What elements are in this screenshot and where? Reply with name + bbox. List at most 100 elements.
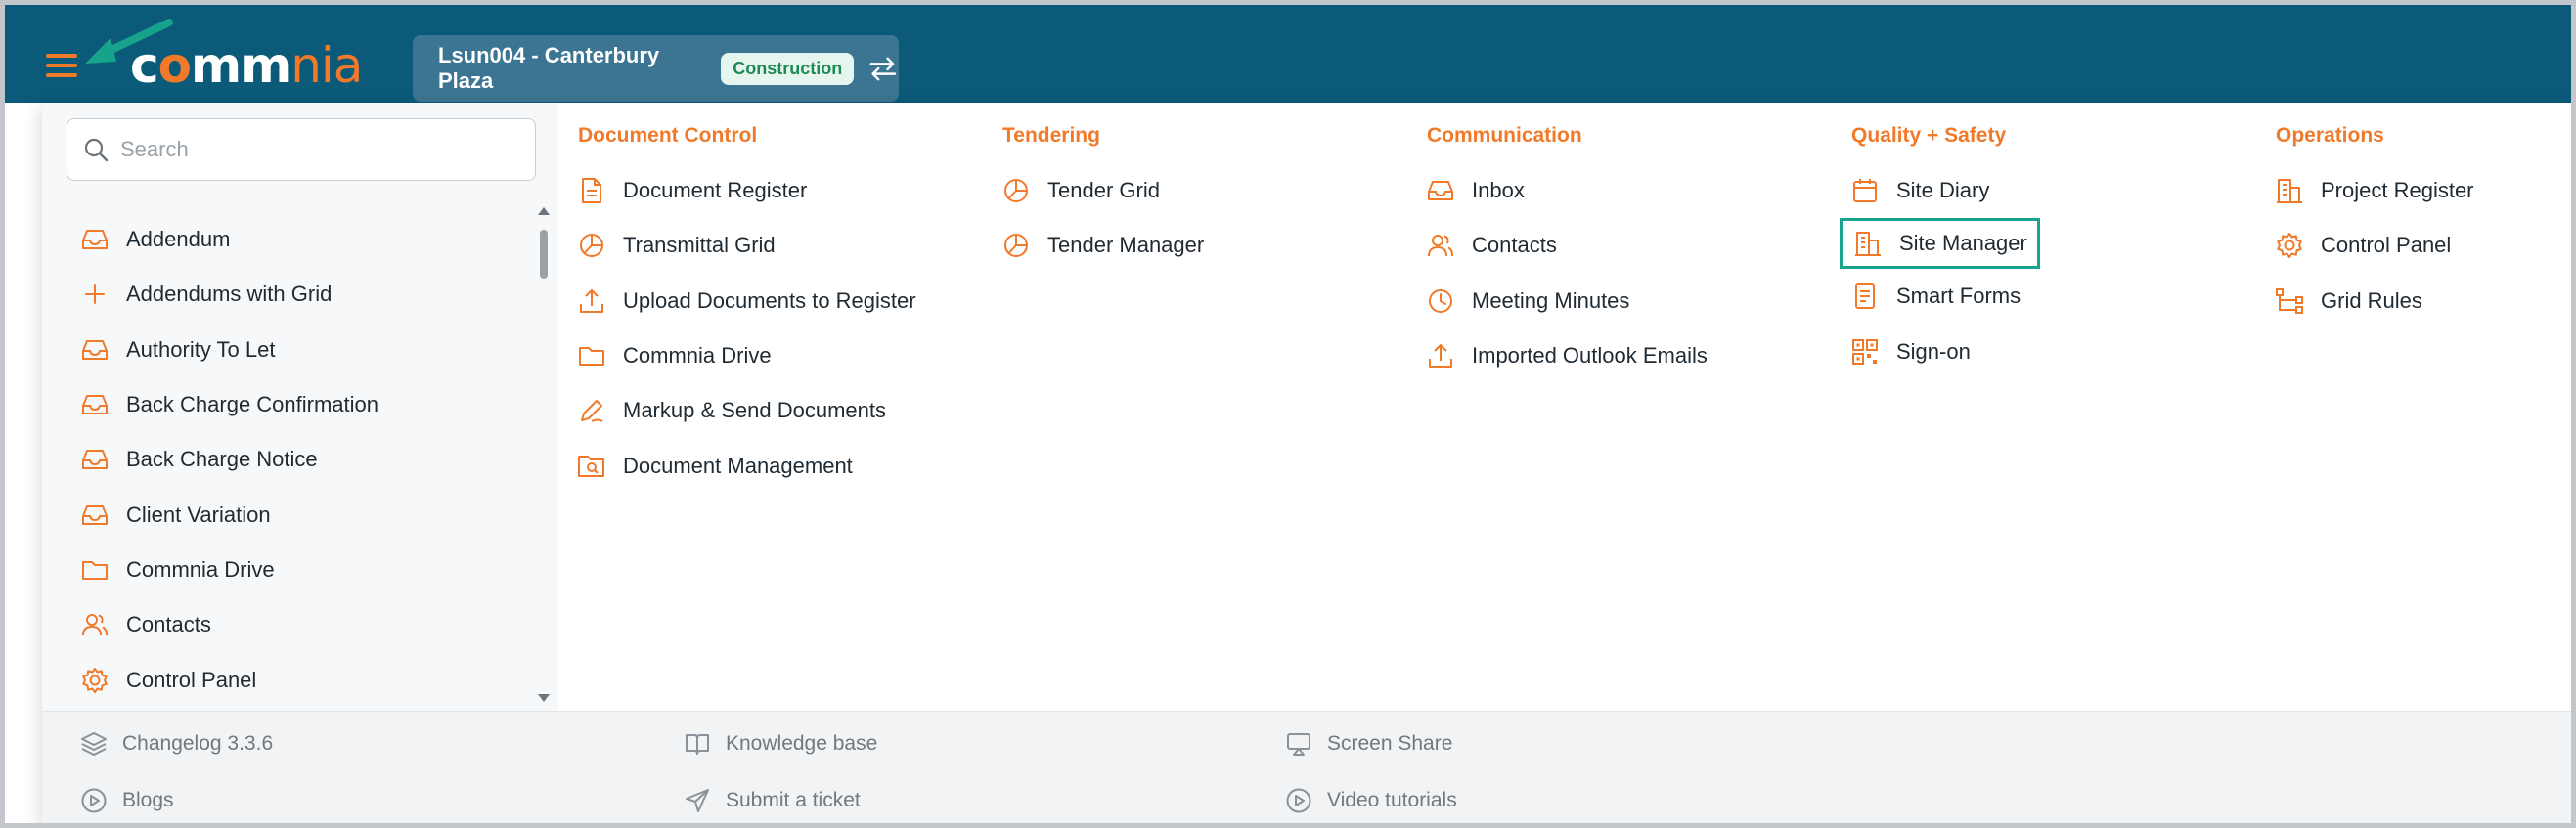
calendar-icon: [1849, 176, 1881, 205]
sidebar-item-label: Addendums with Grid: [126, 282, 333, 307]
menu-item-document-management[interactable]: Document Management: [576, 438, 916, 493]
search-icon: [84, 138, 109, 162]
submit-ticket-label: Submit a ticket: [726, 789, 861, 811]
users-icon: [1425, 231, 1456, 260]
sidebar-item-addendums-with-grid[interactable]: Addendums with Grid: [79, 267, 378, 322]
sidebar-item-label: Back Charge Notice: [126, 447, 318, 472]
menu-item-imported-outlook-emails[interactable]: Imported Outlook Emails: [1425, 328, 1708, 383]
search-input[interactable]: [120, 137, 492, 162]
knowledge-base-link[interactable]: Knowledge base: [683, 729, 877, 759]
sidebar-scrollbar[interactable]: [537, 205, 551, 704]
screen-share-link[interactable]: Screen Share: [1284, 729, 1452, 759]
logo-text-c: c: [130, 37, 159, 94]
pie-chart-icon: [1000, 176, 1032, 205]
menu-item-site-manager[interactable]: Site Manager: [1840, 218, 2040, 270]
blogs-link[interactable]: Blogs: [79, 786, 174, 815]
hamburger-menu-icon[interactable]: [46, 54, 77, 79]
sidebar-item-label: Authority To Let: [126, 336, 276, 362]
form-icon: [1849, 282, 1881, 311]
sidebar-item-addendum[interactable]: Addendum: [79, 212, 378, 267]
menu-column-quality-safety: Quality + Safety Site Diary Site Manager Sm…: [1840, 124, 2040, 379]
search-box[interactable]: [67, 118, 536, 181]
menu-item-inbox[interactable]: Inbox: [1425, 163, 1708, 218]
menu-column-tendering: Tendering Tender Grid Tender Manager: [1002, 124, 1204, 274]
menu-item-label: Grid Rules: [2321, 287, 2422, 313]
screen-share-label: Screen Share: [1327, 732, 1453, 755]
video-tutorials-link[interactable]: Video tutorials: [1284, 786, 1457, 815]
layers-icon: [79, 729, 109, 759]
blogs-label: Blogs: [122, 789, 174, 811]
sidebar-item-contacts[interactable]: Contacts: [79, 597, 378, 652]
changelog-label: Changelog 3.3.6: [122, 732, 274, 755]
upload-icon: [576, 286, 607, 316]
menu-sidebar: Addendum Addendums with Grid Authority To …: [42, 103, 558, 711]
menu-item-document-register[interactable]: Document Register: [576, 163, 916, 218]
menu-column-operations: Operations Project Register Control Panel G…: [2276, 124, 2474, 328]
sidebar-item-label: Contacts: [126, 612, 211, 637]
play-circle-icon: [79, 786, 109, 815]
sidebar-item-client-variation[interactable]: Client Variation: [79, 487, 378, 542]
menu-item-label: Meeting Minutes: [1472, 287, 1630, 313]
play-circle-icon: [1284, 786, 1313, 815]
menu-item-meeting-minutes[interactable]: Meeting Minutes: [1425, 274, 1708, 328]
sidebar-item-back-charge-notice[interactable]: Back Charge Notice: [79, 432, 378, 487]
menu-item-label: Inbox: [1472, 178, 1525, 203]
menu-item-project-register[interactable]: Project Register: [2274, 163, 2474, 218]
sidebar-item-label: Back Charge Confirmation: [126, 392, 379, 417]
submit-ticket-link[interactable]: Submit a ticket: [683, 786, 861, 815]
scroll-up-icon[interactable]: [537, 205, 551, 217]
menu-item-upload-documents-to-register[interactable]: Upload Documents to Register: [576, 274, 916, 328]
menu-item-control-panel[interactable]: Control Panel: [2274, 218, 2474, 273]
menu-item-label: Imported Outlook Emails: [1472, 343, 1708, 369]
menu-item-label: Tender Manager: [1047, 233, 1205, 258]
navigation-menu-panel: Addendum Addendums with Grid Authority To …: [42, 103, 2571, 823]
menu-item-label: Upload Documents to Register: [623, 287, 916, 313]
menu-item-label: Commnia Drive: [623, 343, 772, 369]
sidebar-item-authority-to-let[interactable]: Authority To Let: [79, 323, 378, 377]
knowledge-base-label: Knowledge base: [726, 732, 878, 755]
folder-icon: [79, 556, 111, 584]
menu-item-markup-send-documents[interactable]: Markup & Send Documents: [576, 383, 916, 438]
menu-item-smart-forms[interactable]: Smart Forms: [1849, 269, 2040, 324]
sidebar-item-back-charge-confirmation[interactable]: Back Charge Confirmation: [79, 377, 378, 432]
menu-item-sign-on[interactable]: Sign-on: [1849, 325, 2040, 379]
document-icon: [576, 176, 607, 205]
gear-icon: [2274, 231, 2305, 260]
project-selector[interactable]: Lsun004 - Canterbury Plaza Construction: [413, 35, 899, 102]
section-heading: Communication: [1427, 124, 1582, 147]
menu-item-label: Smart Forms: [1896, 283, 2021, 309]
menu-item-label: Project Register: [2321, 178, 2474, 203]
pie-chart-icon: [576, 231, 607, 260]
menu-item-site-diary[interactable]: Site Diary: [1849, 163, 2040, 218]
menu-item-label: Markup & Send Documents: [623, 398, 887, 423]
scroll-down-icon[interactable]: [537, 692, 551, 704]
menu-item-contacts[interactable]: Contacts: [1425, 218, 1708, 273]
menu-item-tender-grid[interactable]: Tender Grid: [1000, 163, 1204, 218]
sidebar-item-label: Control Panel: [126, 667, 257, 692]
logo-text-mm: mm: [191, 37, 291, 94]
logo-text-nia: nia: [290, 37, 363, 94]
menu-item-label: Tender Grid: [1047, 178, 1160, 203]
menu-item-tender-manager[interactable]: Tender Manager: [1000, 218, 1204, 273]
swap-icon[interactable]: [867, 54, 899, 83]
inbox-icon: [79, 336, 111, 364]
menu-item-label: Document Management: [623, 453, 853, 478]
clock-icon: [1425, 286, 1456, 316]
changelog-link[interactable]: Changelog 3.3.6: [79, 729, 273, 759]
menu-item-grid-rules[interactable]: Grid Rules: [2274, 274, 2474, 328]
qr-code-icon: [1849, 337, 1881, 367]
commnia-logo[interactable]: c o mm nia: [130, 36, 363, 95]
inbox-icon: [79, 446, 111, 473]
users-icon: [79, 611, 111, 638]
project-status-badge: Construction: [721, 52, 855, 85]
send-icon: [683, 786, 712, 815]
sidebar-item-label: Commnia Drive: [126, 556, 275, 582]
menu-item-transmittal-grid[interactable]: Transmittal Grid: [576, 218, 916, 273]
section-heading: Quality + Safety: [1851, 124, 2007, 147]
sidebar-item-commnia-drive[interactable]: Commnia Drive: [79, 543, 378, 597]
sidebar-item-control-panel[interactable]: Control Panel: [79, 652, 378, 707]
scrollbar-thumb[interactable]: [540, 230, 548, 279]
menu-item-commnia-drive[interactable]: Commnia Drive: [576, 328, 916, 383]
inbox-icon: [79, 501, 111, 529]
menu-item-label: Sign-on: [1896, 338, 1971, 364]
